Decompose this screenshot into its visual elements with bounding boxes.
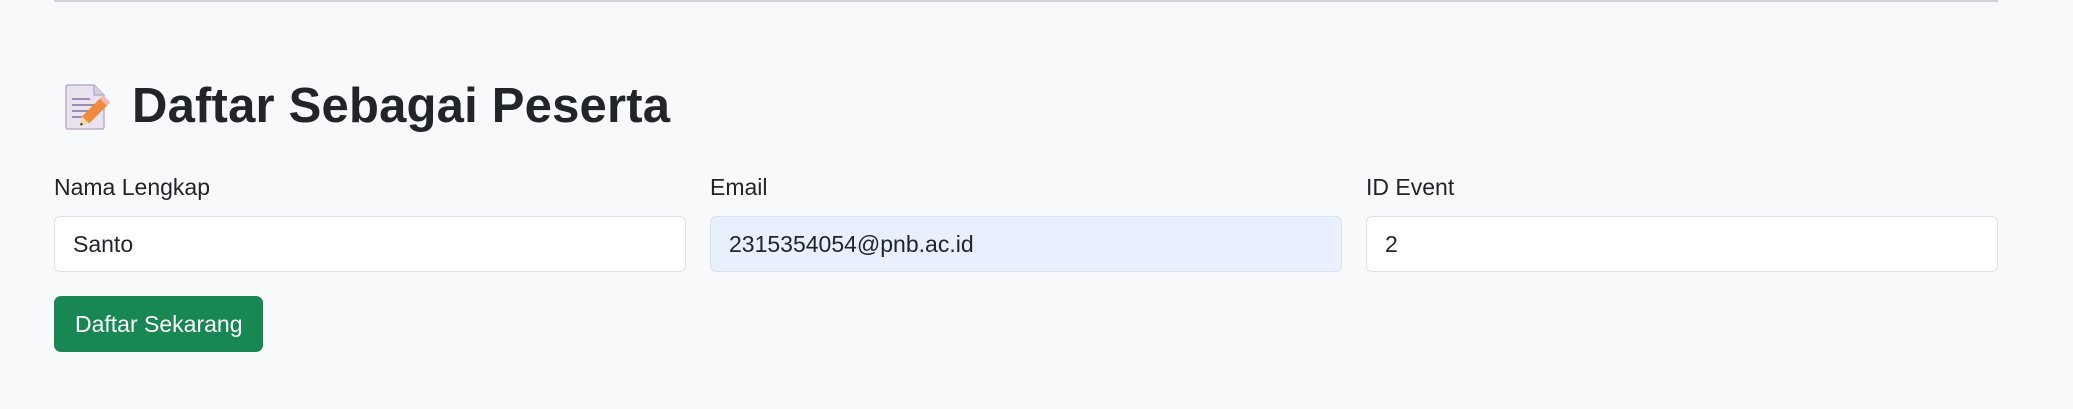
- form-heading: Daftar Sebagai Peserta: [62, 76, 670, 136]
- event-id-label: ID Event: [1366, 174, 1455, 200]
- full-name-label: Nama Lengkap: [54, 174, 210, 200]
- register-now-button[interactable]: Daftar Sekarang: [54, 296, 264, 352]
- section-divider: [54, 0, 1998, 2]
- full-name-input[interactable]: [54, 216, 686, 272]
- page-title: Daftar Sebagai Peserta: [132, 79, 671, 133]
- event-id-input[interactable]: [1366, 216, 1998, 272]
- memo-icon: [62, 81, 112, 131]
- registration-page: Daftar Sebagai Peserta Nama Lengkap Emai…: [0, 0, 2073, 409]
- email-input[interactable]: [710, 216, 1342, 272]
- event-id-field: ID Event: [1366, 172, 1998, 272]
- email-label: Email: [710, 174, 768, 200]
- email-field: Email: [710, 172, 1342, 272]
- full-name-field: Nama Lengkap: [54, 172, 686, 272]
